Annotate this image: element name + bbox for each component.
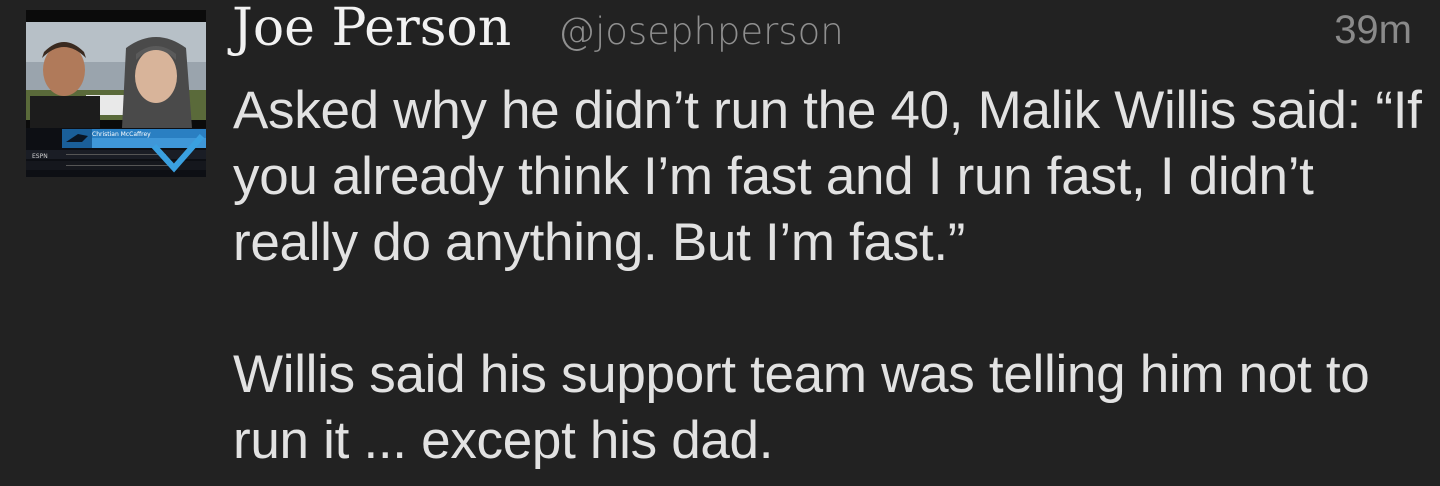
tweet[interactable]: Christian McCaffrey ESPN Joe Person @jos…: [0, 0, 1440, 486]
tweet-paragraph: Willis said his support team was telling…: [233, 345, 1370, 470]
network-logo: ESPN: [32, 153, 48, 160]
avatar-caption: Christian McCaffrey: [92, 131, 151, 138]
tweet-body: Asked why he didn’t run the 40, Malik Wi…: [233, 78, 1423, 474]
tweet-header: Joe Person @josephperson 39m: [232, 0, 1412, 60]
avatar[interactable]: Christian McCaffrey ESPN: [26, 10, 206, 177]
tweet-paragraph: Asked why he didn’t run the 40, Malik Wi…: [233, 81, 1422, 272]
timestamp[interactable]: 39m: [1334, 8, 1412, 53]
username-handle[interactable]: @josephperson: [558, 10, 844, 53]
display-name[interactable]: Joe Person: [232, 0, 511, 58]
